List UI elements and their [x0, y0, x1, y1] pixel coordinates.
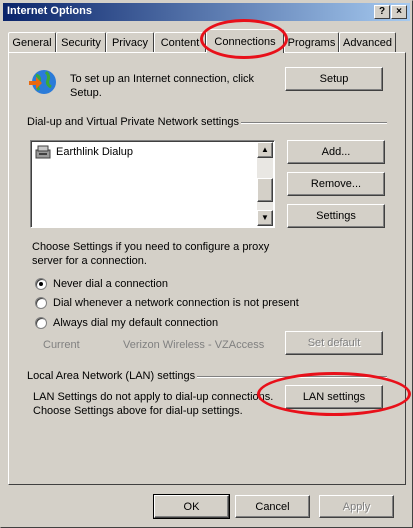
connection-name: Earthlink Dialup — [56, 146, 134, 158]
dialup-divider — [241, 122, 387, 124]
radio-dial-when-no-network-label[interactable]: Dial whenever a network connection is no… — [53, 297, 299, 309]
tab-advanced[interactable]: Advanced — [339, 32, 396, 52]
apply-button[interactable]: Apply — [319, 495, 394, 518]
help-button[interactable]: ? — [374, 5, 390, 19]
lan-description-line1: LAN Settings do not apply to dial-up con… — [33, 391, 274, 403]
list-item[interactable]: Earthlink Dialup — [35, 145, 133, 159]
tab-connections[interactable]: Connections — [206, 29, 284, 53]
connections-list[interactable]: Earthlink Dialup ▲ ▼ — [30, 140, 275, 228]
current-connection-value: Verizon Wireless - VZAccess — [123, 339, 265, 351]
lan-divider — [197, 376, 387, 378]
ok-button[interactable]: OK — [153, 494, 230, 519]
add-button[interactable]: Add... — [287, 140, 385, 164]
setup-description-line1: To set up an Internet connection, click — [70, 73, 255, 85]
current-label: Current — [43, 339, 80, 351]
tab-content[interactable]: Content — [154, 32, 206, 52]
scroll-thumb[interactable] — [257, 178, 273, 202]
radio-always-dial-label[interactable]: Always dial my default connection — [53, 317, 218, 329]
internet-options-dialog: Internet Options ? × General Security Pr… — [0, 0, 413, 528]
close-button[interactable]: × — [391, 5, 407, 19]
dialup-heading: Dial-up and Virtual Private Network sett… — [27, 116, 239, 128]
set-default-button[interactable]: Set default — [285, 331, 383, 355]
radio-always-dial[interactable] — [35, 317, 47, 329]
lan-description-line2: Choose Settings above for dial-up settin… — [33, 405, 243, 417]
radio-never-dial-label[interactable]: Never dial a connection — [53, 278, 168, 290]
proxy-description-line2: server for a connection. — [32, 255, 147, 267]
dialup-connection-icon — [35, 145, 51, 159]
lan-settings-button[interactable]: LAN settings — [285, 385, 383, 409]
cancel-button[interactable]: Cancel — [235, 495, 310, 518]
window-title: Internet Options — [7, 5, 92, 17]
list-scrollbar[interactable]: ▲ ▼ — [257, 142, 273, 226]
tab-privacy[interactable]: Privacy — [106, 32, 154, 52]
scroll-up-arrow-icon[interactable]: ▲ — [257, 142, 273, 158]
remove-button[interactable]: Remove... — [287, 172, 385, 196]
globe-network-icon — [29, 70, 56, 94]
tab-programs[interactable]: Programs — [284, 32, 339, 52]
settings-button[interactable]: Settings — [287, 204, 385, 228]
tab-general[interactable]: General — [8, 32, 56, 52]
scroll-down-arrow-icon[interactable]: ▼ — [257, 210, 273, 226]
radio-never-dial[interactable] — [35, 278, 47, 290]
setup-button[interactable]: Setup — [285, 67, 383, 91]
lan-heading: Local Area Network (LAN) settings — [27, 370, 196, 382]
tab-security[interactable]: Security — [56, 32, 106, 52]
title-bar[interactable]: Internet Options ? × — [3, 3, 410, 21]
radio-dial-when-no-network[interactable] — [35, 297, 47, 309]
tab-strip: General Security Privacy Content Connect… — [8, 29, 406, 53]
proxy-description-line1: Choose Settings if you need to configure… — [32, 241, 270, 253]
setup-description-line2: Setup. — [70, 87, 102, 99]
